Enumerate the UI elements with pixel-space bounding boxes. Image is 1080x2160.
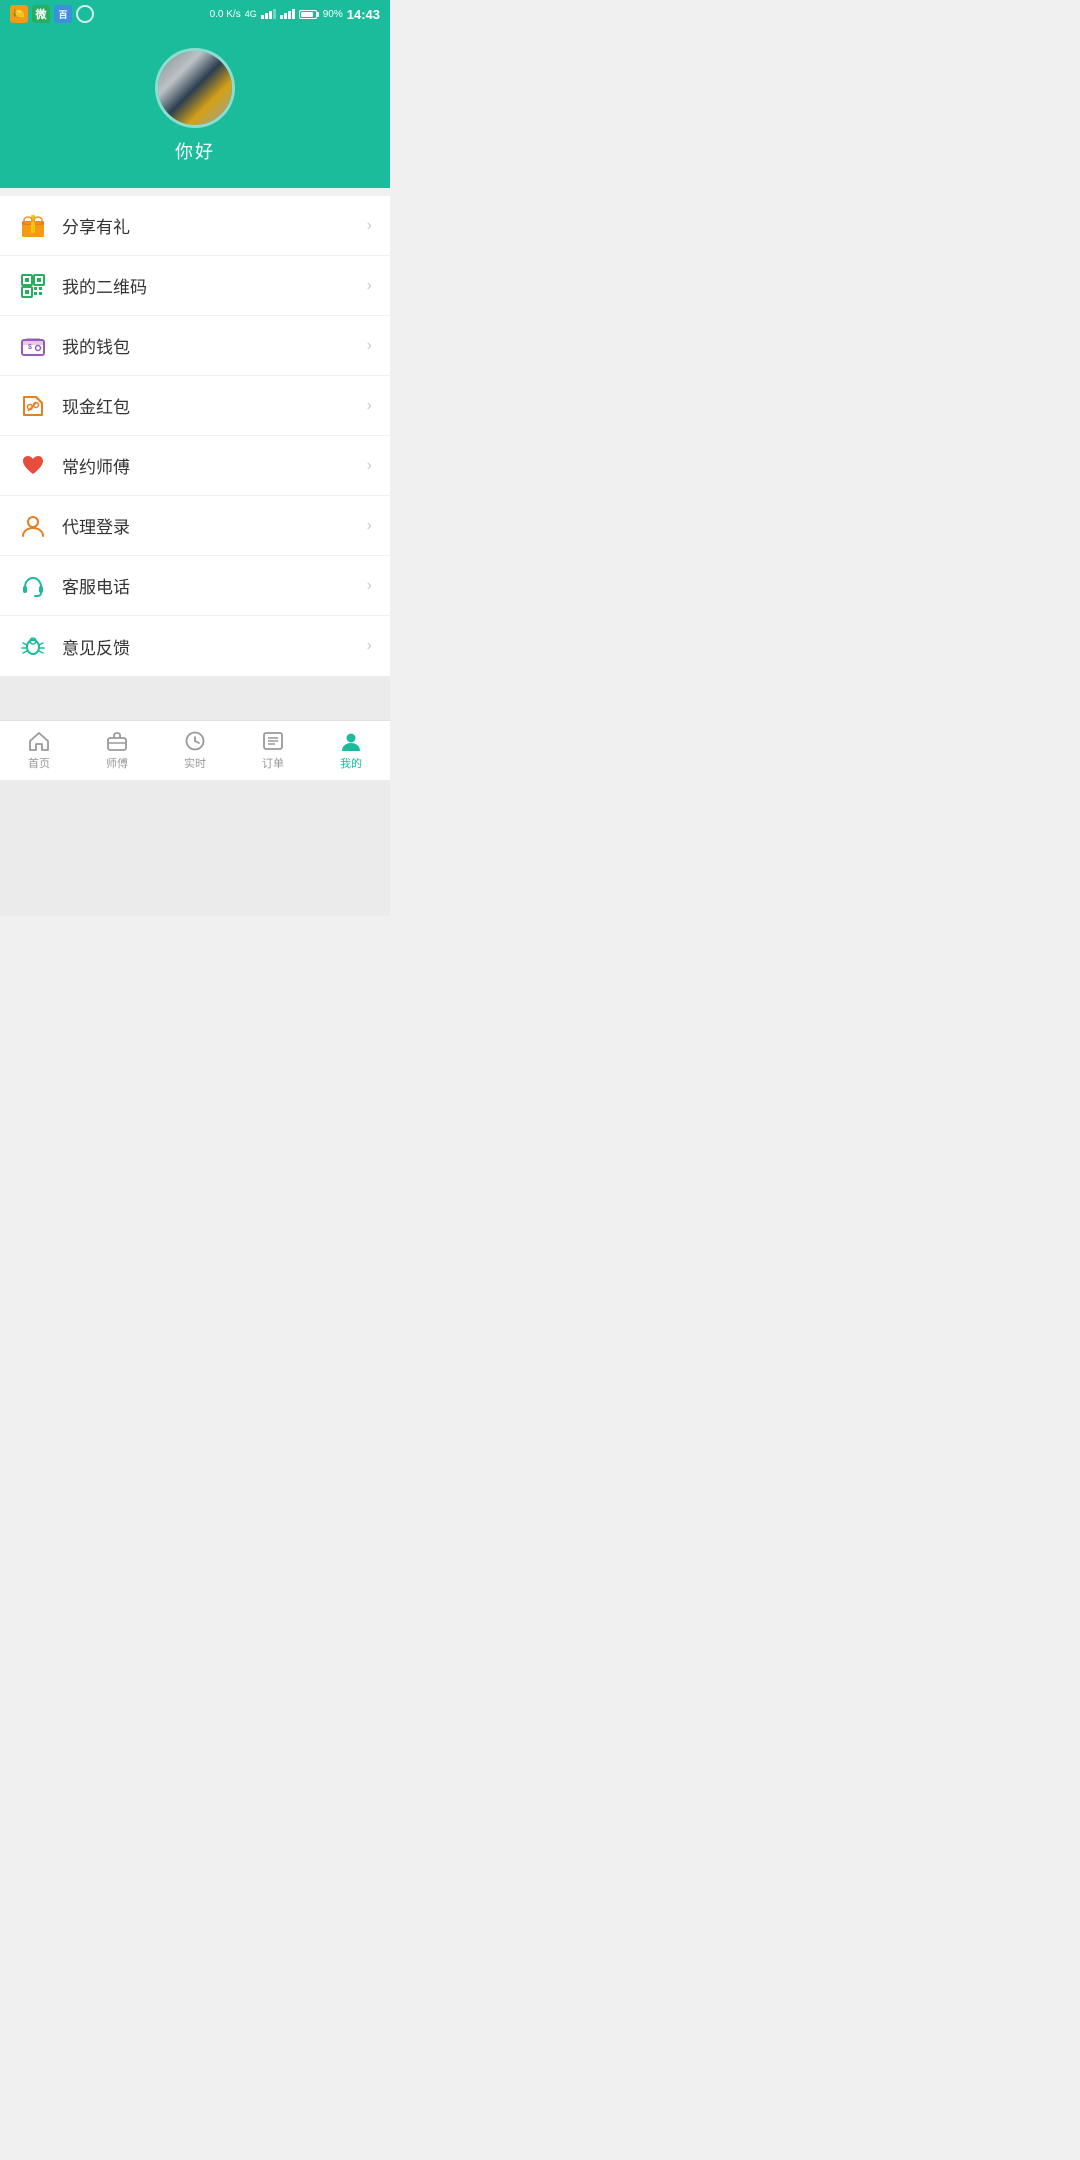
- nav-item-realtime[interactable]: 实时: [156, 721, 234, 780]
- chevron-icon: ›: [367, 577, 372, 595]
- chevron-icon: ›: [367, 457, 372, 475]
- menu-item-agent-login[interactable]: 代理登录 ›: [0, 496, 390, 556]
- gift-icon: [18, 211, 48, 241]
- menu-label-feedback: 意见反馈: [62, 634, 367, 659]
- app-icon-4: [76, 5, 94, 23]
- battery-percent: 90%: [323, 9, 343, 20]
- signal-icon-2: [280, 9, 295, 19]
- nav-label-master: 师傅: [106, 755, 128, 771]
- bug-icon: [18, 631, 48, 661]
- time: 14:43: [347, 7, 380, 22]
- menu-item-red-packet[interactable]: 现金红包 ›: [0, 376, 390, 436]
- heart-icon: [18, 451, 48, 481]
- app-icon-1: 🍋: [10, 5, 28, 23]
- menu-item-feedback[interactable]: 意见反馈 ›: [0, 616, 390, 676]
- wallet-icon: $: [18, 331, 48, 361]
- menu-label-share-gift: 分享有礼: [62, 213, 367, 238]
- avatar-image: [158, 51, 232, 125]
- menu-item-qrcode[interactable]: 我的二维码 ›: [0, 256, 390, 316]
- signal-icon: [261, 9, 276, 19]
- status-info: 0.0 K/s 4G 90% 14:43: [210, 7, 380, 22]
- battery-icon: [299, 10, 319, 19]
- network-type: 4G: [245, 9, 257, 19]
- nav-item-orders[interactable]: 订单: [234, 721, 312, 780]
- qr-icon: [18, 271, 48, 301]
- menu-list: 分享有礼 › 我的二维码 ›: [0, 196, 390, 676]
- menu-item-share-gift[interactable]: 分享有礼 ›: [0, 196, 390, 256]
- menu-label-agent-login: 代理登录: [62, 513, 367, 538]
- menu-label-qrcode: 我的二维码: [62, 273, 367, 298]
- nav-item-home[interactable]: 首页: [0, 721, 78, 780]
- menu-item-wallet[interactable]: $ 我的钱包 ›: [0, 316, 390, 376]
- menu-item-customer-service[interactable]: 客服电话 ›: [0, 556, 390, 616]
- nav-label-mine: 我的: [340, 755, 362, 771]
- status-icons: 🍋 微 百: [10, 5, 94, 23]
- bottom-nav: 首页 师傅 实时: [0, 720, 390, 780]
- nav-item-mine[interactable]: 我的: [312, 721, 390, 780]
- chevron-icon: ›: [367, 637, 372, 655]
- tag-icon: [18, 391, 48, 421]
- briefcase-icon: [106, 730, 128, 752]
- home-icon: [28, 730, 50, 752]
- app-icon-3: 百: [54, 5, 72, 23]
- nav-label-home: 首页: [28, 755, 50, 771]
- mine-person-icon: [340, 730, 362, 752]
- nav-label-realtime: 实时: [184, 755, 206, 771]
- menu-label-red-packet: 现金红包: [62, 393, 367, 418]
- network-speed: 0.0 K/s: [210, 9, 241, 20]
- gray-spacer: [0, 676, 390, 916]
- menu-item-favorite-master[interactable]: 常约师傅 ›: [0, 436, 390, 496]
- status-bar: 🍋 微 百 0.0 K/s 4G 90% 14:43: [0, 0, 390, 28]
- svg-text:$: $: [28, 344, 32, 351]
- chevron-icon: ›: [367, 517, 372, 535]
- chevron-icon: ›: [367, 277, 372, 295]
- chevron-icon: ›: [367, 397, 372, 415]
- clock-icon: [184, 730, 206, 752]
- list-icon: [262, 730, 284, 752]
- chevron-icon: ›: [367, 217, 372, 235]
- person-icon: [18, 511, 48, 541]
- nav-item-master[interactable]: 师傅: [78, 721, 156, 780]
- username: 你好: [175, 138, 215, 164]
- nav-label-orders: 订单: [262, 755, 284, 771]
- profile-header: 你好: [0, 28, 390, 188]
- avatar[interactable]: [155, 48, 235, 128]
- menu-label-wallet: 我的钱包: [62, 333, 367, 358]
- app-icon-2: 微: [32, 5, 50, 23]
- menu-label-favorite-master: 常约师傅: [62, 453, 367, 478]
- chevron-icon: ›: [367, 337, 372, 355]
- headset-icon: [18, 571, 48, 601]
- menu-label-customer-service: 客服电话: [62, 573, 367, 598]
